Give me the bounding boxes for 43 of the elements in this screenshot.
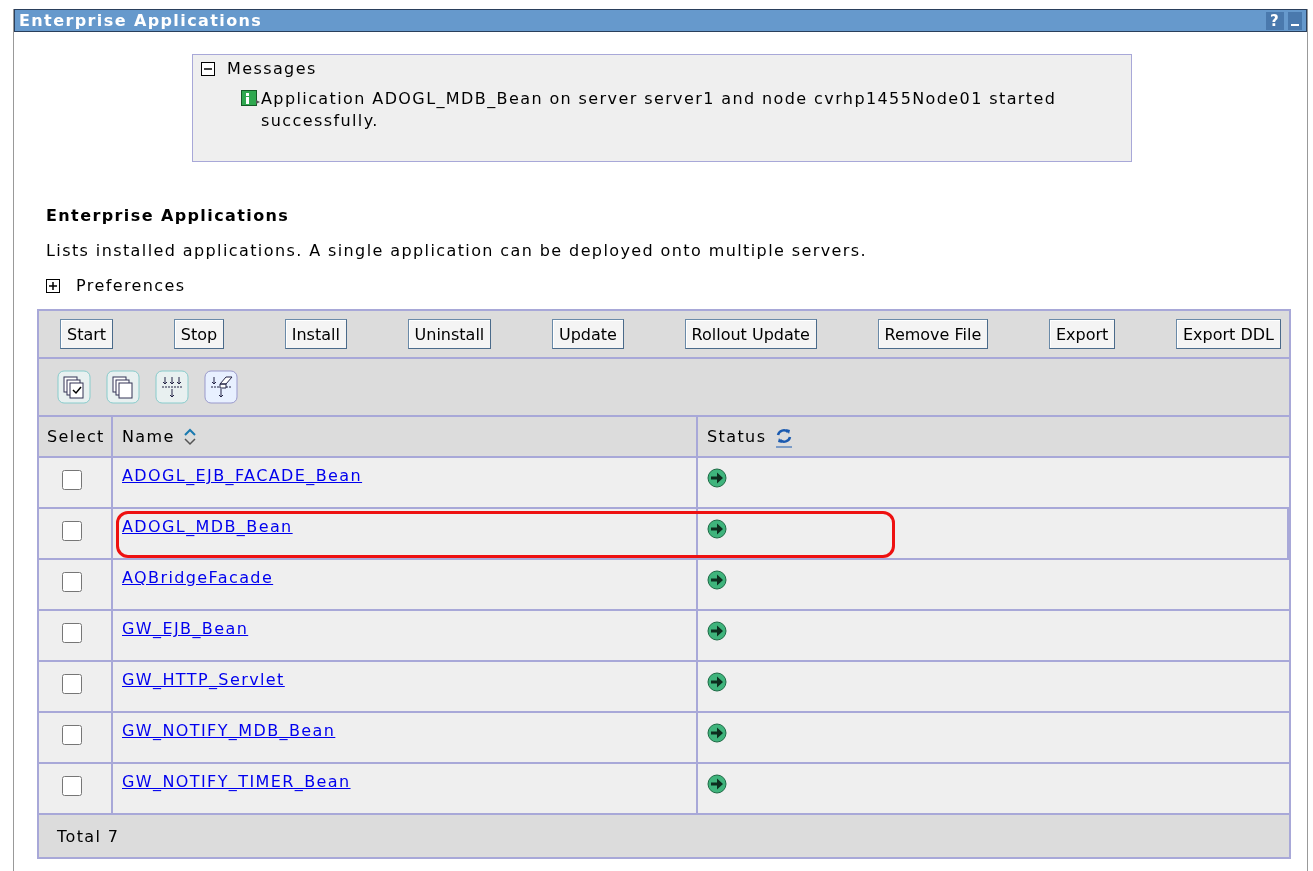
section-description: Lists installed applications. A single application can be deployed onto multiple servers.: [46, 240, 868, 262]
filter-icon[interactable]: [155, 370, 189, 404]
application-link[interactable]: ADOGL_MDB_Bean: [122, 517, 293, 537]
section-heading: Enterprise Applications: [46, 206, 291, 226]
eraser-icon[interactable]: [204, 370, 238, 404]
column-header: Status: [707, 427, 767, 446]
application-link[interactable]: ADOGL_EJB_FACADE_Bean: [122, 466, 363, 486]
deselect-all-icon[interactable]: [106, 370, 140, 404]
toolbar-button[interactable]: Remove File: [877, 319, 989, 349]
column-header[interactable]: Name: [122, 427, 175, 446]
info-icon: [241, 90, 261, 108]
total-count: Total 7: [57, 826, 120, 846]
row-checkbox[interactable]: [62, 521, 82, 541]
toolbar-button[interactable]: Rollout Update: [684, 319, 817, 349]
toolbar-button[interactable]: Update: [551, 319, 624, 349]
preferences-label[interactable]: Preferences: [76, 276, 186, 295]
messages-title: Messages: [227, 59, 317, 78]
toolbar-button[interactable]: Export: [1048, 319, 1116, 349]
help-button[interactable]: ?: [1265, 11, 1284, 30]
row-checkbox[interactable]: [62, 623, 82, 643]
toolbar-button[interactable]: Uninstall: [407, 319, 492, 349]
toolbar-button[interactable]: Start: [60, 319, 114, 349]
row-checkbox[interactable]: [62, 572, 82, 592]
sort-icon[interactable]: [182, 426, 197, 447]
message-text: Application ADOGL_MDB_Bean on server server1 and node cvrhp1455Node01 started successfully.: [261, 88, 1058, 132]
toolbar-button[interactable]: Export DDL: [1175, 319, 1281, 349]
row-checkbox[interactable]: [62, 470, 82, 490]
row-checkbox[interactable]: [62, 776, 82, 796]
application-link[interactable]: GW_EJB_Bean: [122, 619, 249, 639]
toolbar-button[interactable]: Install: [284, 319, 347, 349]
window-title: Enterprise Applications: [19, 11, 263, 30]
column-header: Select: [47, 427, 105, 446]
select-all-icon[interactable]: [57, 370, 91, 404]
row-checkbox[interactable]: [62, 725, 82, 745]
application-link[interactable]: GW_NOTIFY_TIMER_Bean: [122, 772, 351, 792]
collapse-icon[interactable]: [201, 61, 215, 76]
toolbar-button[interactable]: Stop: [173, 319, 225, 349]
application-link[interactable]: GW_HTTP_Servlet: [122, 670, 285, 690]
application-link[interactable]: GW_NOTIFY_MDB_Bean: [122, 721, 336, 741]
minimize-icon[interactable]: [1288, 11, 1302, 30]
expand-icon[interactable]: [46, 278, 60, 293]
row-checkbox[interactable]: [62, 674, 82, 694]
application-link[interactable]: AQBridgeFacade: [122, 568, 274, 588]
